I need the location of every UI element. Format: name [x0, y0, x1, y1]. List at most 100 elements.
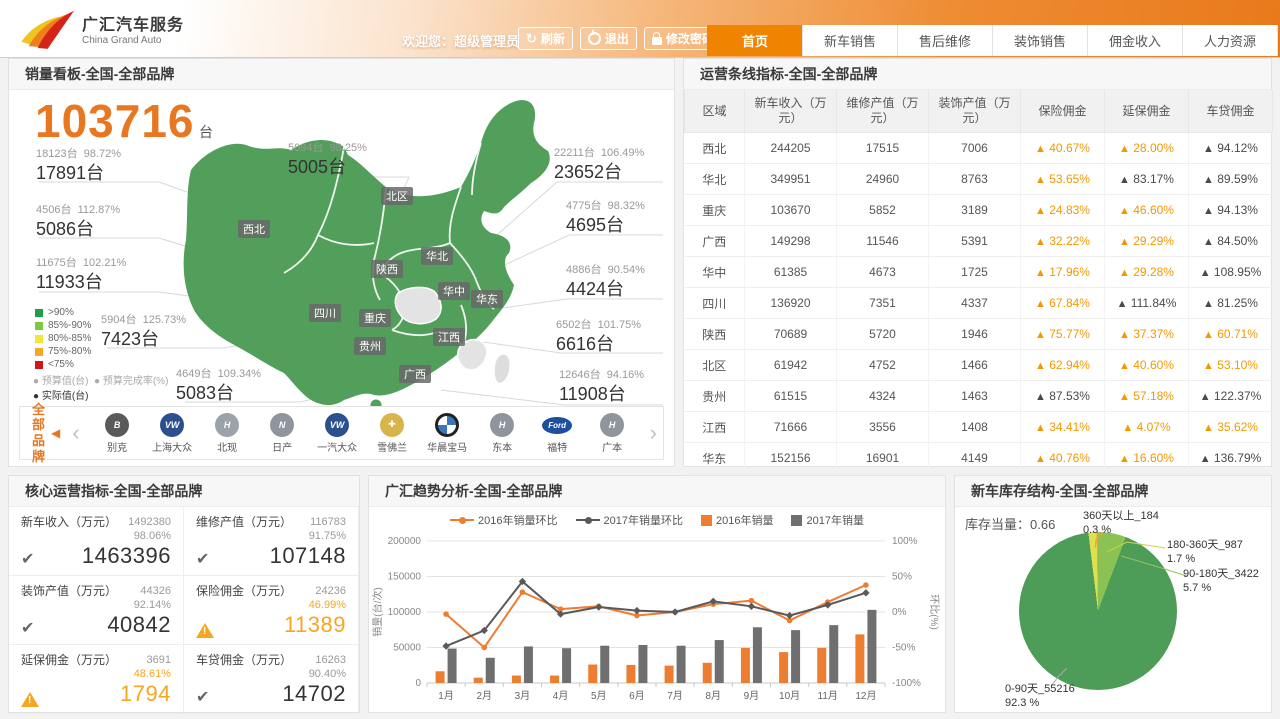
logout-button[interactable]: 退出: [580, 27, 637, 50]
tab-human-resources[interactable]: 人力资源: [1182, 25, 1278, 56]
table-row[interactable]: 广西149298115465391▲ 32.22%▲ 29.29%▲ 84.50…: [685, 226, 1273, 257]
table-row[interactable]: 华北349951249608763▲ 53.65%▲ 83.17%▲ 89.59…: [685, 164, 1273, 195]
svg-text:0%: 0%: [892, 607, 907, 618]
brand-filter-item[interactable]: B别克: [90, 413, 145, 454]
logo-swoosh-icon: [16, 5, 74, 51]
table-row[interactable]: 陕西7068957201946▲ 75.77%▲ 37.37%▲ 60.71%: [685, 319, 1273, 350]
map-region-label[interactable]: 四川: [309, 304, 341, 322]
table-row[interactable]: 重庆10367058523189▲ 24.83%▲ 46.60%▲ 94.13%: [685, 195, 1273, 226]
brand-logo-icon: ✚: [380, 413, 404, 437]
china-map-area: 103716 台 18123台 98.72%17891台 4506台 112.8…: [9, 90, 674, 410]
bar-2016年销量: [626, 665, 635, 683]
bar-2016年销量: [703, 663, 712, 683]
up-arrow-icon: ▲: [1035, 205, 1046, 217]
brand-filter-item[interactable]: H北现: [200, 413, 255, 454]
map-region-label[interactable]: 华东: [471, 290, 503, 308]
table-row[interactable]: 华东152156169014149▲ 40.76%▲ 16.60%▲ 136.7…: [685, 443, 1273, 474]
map-region-label[interactable]: 华北: [421, 247, 453, 265]
svg-text:销量(台/次): 销量(台/次): [371, 587, 384, 636]
map-region-label[interactable]: 贵州: [354, 337, 386, 355]
map-region-label[interactable]: 广西: [399, 365, 431, 383]
table-row[interactable]: 华中6138546731725▲ 17.96%▲ 29.28%▲ 108.95%: [685, 257, 1273, 288]
legend-item: 85%-90%: [35, 319, 91, 332]
tab-commission-income[interactable]: 佣金收入: [1087, 25, 1182, 56]
table-row[interactable]: 西北244205175157006▲ 40.67%▲ 28.00%▲ 94.12…: [685, 133, 1273, 164]
region-callout: 12646台 94.16%11908台: [559, 369, 644, 405]
table-row[interactable]: 贵州6151543241463▲ 87.53%▲ 57.18%▲ 122.37%: [685, 381, 1273, 412]
svg-text:7月: 7月: [667, 690, 683, 702]
map-region-label[interactable]: 江西: [433, 328, 465, 346]
bar-2017年销量: [600, 646, 609, 683]
region-callout: 11675台 102.21%11933台: [36, 257, 126, 293]
brand-filter-item[interactable]: H东本: [475, 413, 530, 454]
bar-2016年销量: [779, 652, 788, 683]
brand-scroll-left-icon[interactable]: ‹: [62, 413, 89, 453]
brand-filter-item[interactable]: ✚雪佛兰: [365, 413, 420, 454]
brand-filter-item[interactable]: VW上海大众: [145, 413, 200, 454]
brand-filter-item[interactable]: H广本: [585, 413, 640, 454]
bar-2017年销量: [638, 645, 647, 683]
up-arrow-icon: ▲: [1119, 236, 1130, 248]
trend-chart[interactable]: 200000100%15000050%1000000%50000-50%0-10…: [369, 531, 945, 713]
welcome-text: 欢迎您：超级管理员: [402, 31, 519, 50]
up-arrow-icon: ▲: [1035, 391, 1046, 403]
brand-filter-label[interactable]: 全部品牌: [20, 402, 45, 464]
line-2016年销量环比: [446, 585, 866, 647]
up-arrow-icon: ▲: [1122, 422, 1133, 434]
up-arrow-icon: ▲: [1035, 143, 1046, 155]
map-region-label[interactable]: 重庆: [359, 309, 391, 327]
svg-text:3月: 3月: [515, 690, 531, 702]
svg-text:9月: 9月: [744, 690, 760, 702]
column-header: 维修产值（万元）: [837, 90, 929, 133]
brand-filter-item[interactable]: N日产: [255, 413, 310, 454]
map-region-label[interactable]: 华中: [438, 282, 470, 300]
brand-filter-arrow-icon: ◀: [51, 426, 60, 440]
svg-text:-50%: -50%: [892, 643, 915, 654]
pie-slice-label: 360天以上_1840.3 %: [1083, 509, 1159, 537]
brand-filter-item[interactable]: VW一汽大众: [310, 413, 365, 454]
tab-new-car-sales[interactable]: 新车销售: [802, 25, 897, 56]
brand-filter-strip: 全部品牌 ◀ ‹ B别克VW上海大众H北现N日产VW一汽大众✚雪佛兰华晨宝马H东…: [19, 406, 664, 460]
brand-filter-item[interactable]: Ford福特: [530, 413, 585, 454]
table-row[interactable]: 四川13692073514337▲ 67.84%▲ 111.84%▲ 81.25…: [685, 288, 1273, 319]
table-row[interactable]: 北区6194247521466▲ 62.94%▲ 40.60%▲ 53.10%: [685, 350, 1273, 381]
tab-decoration-sales[interactable]: 装饰销售: [992, 25, 1087, 56]
svg-text:5月: 5月: [591, 690, 607, 702]
brand-logo-icon: VW: [160, 413, 184, 437]
ops-panel-title: 运营条线指标-全国-全部品牌: [684, 59, 1271, 90]
brand-filter-item[interactable]: 华晨宝马: [420, 413, 475, 454]
bar-2016年销量: [436, 671, 445, 683]
logo-title: 广汇汽车服务: [82, 11, 184, 35]
brand-scroll-right-icon[interactable]: ›: [640, 413, 667, 453]
legend-item: 80%-85%: [35, 332, 91, 345]
inventory-structure-panel: 新车库存结构-全国-全部品牌 库存当量：0.66 0-90天_5521692.3…: [954, 475, 1272, 713]
refresh-button[interactable]: ↻刷新: [518, 27, 573, 50]
region-callout: 4506台 112.87%5086台: [36, 204, 120, 240]
region-callout: 5904台 125.73%7423台: [101, 314, 186, 350]
svg-text:12月: 12月: [855, 690, 876, 702]
metric-rate: 46.99%: [309, 598, 346, 612]
svg-text:-100%: -100%: [892, 678, 921, 689]
bar-2017年销量: [562, 648, 571, 683]
legend-item[interactable]: 2016年销量: [701, 512, 773, 528]
up-arrow-icon: ▲: [1119, 267, 1130, 279]
map-region-label[interactable]: 北区: [381, 187, 413, 205]
tab-home[interactable]: 首页: [707, 25, 802, 56]
legend-item[interactable]: 2016年销量环比: [450, 512, 557, 528]
map-region-label[interactable]: 西北: [238, 220, 270, 238]
up-arrow-icon: ▲: [1119, 453, 1130, 465]
metric-value: 1794: [120, 681, 171, 707]
up-arrow-icon: ▲: [1200, 391, 1211, 403]
table-row[interactable]: 江西7166635561408▲ 34.41%▲ 4.07%▲ 35.62%: [685, 412, 1273, 443]
app-header: 广汇汽车服务 China Grand Auto 欢迎您：超级管理员 ↻刷新退出修…: [0, 0, 1280, 58]
map-region-label[interactable]: 陕西: [371, 260, 403, 278]
bar-2016年销量: [817, 648, 826, 683]
legend-item[interactable]: 2017年销量环比: [576, 512, 683, 528]
tab-after-sales[interactable]: 售后维修: [897, 25, 992, 56]
up-arrow-icon: ▲: [1203, 143, 1214, 155]
up-arrow-icon: ▲: [1203, 360, 1214, 372]
metric-value: 107148: [270, 543, 346, 569]
bmw-logo-icon: [435, 413, 459, 437]
legend-item[interactable]: 2017年销量: [791, 512, 863, 528]
inventory-panel-title: 新车库存结构-全国-全部品牌: [955, 476, 1271, 507]
